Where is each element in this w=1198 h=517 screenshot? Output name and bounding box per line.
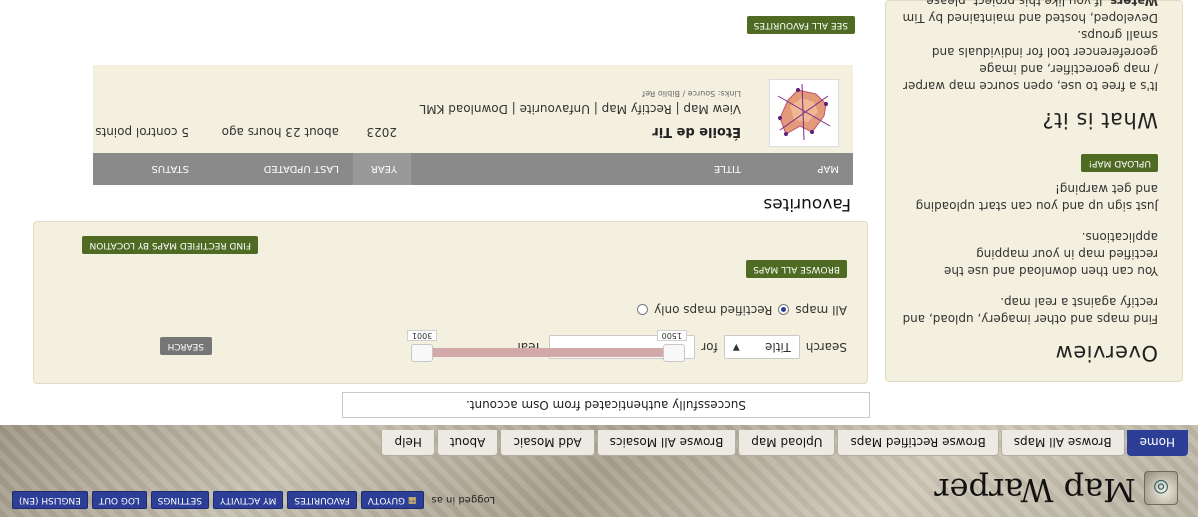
overview-text-1: Find maps and other imagery, upload, and… (902, 295, 1158, 326)
search-label: Search (805, 340, 847, 354)
chevron-down-icon: ▼ (732, 342, 740, 352)
map-thumbnail-image (777, 83, 831, 141)
table-row: Étoile de Tir View Map | Rectify Map | U… (93, 65, 853, 153)
col-map: MAP (755, 153, 853, 185)
tab-browse-rectified-maps[interactable]: Browse Rectified Maps (837, 430, 999, 456)
log-out-button[interactable]: LOG OUT (91, 491, 147, 509)
my-activity-button[interactable]: MY ACTIVITY (212, 491, 284, 509)
year-max-label: 3001 (407, 330, 438, 341)
language-button[interactable]: ENGLISH (EN) (12, 491, 88, 509)
col-status: STATUS (93, 153, 203, 185)
search-field-select[interactable]: Title ▼ (723, 335, 800, 359)
map-title-link[interactable]: Étoile de Tir (411, 124, 741, 139)
year-min-handle[interactable] (663, 344, 685, 362)
col-last-updated: LAST UPDATED (203, 153, 353, 185)
site-header: ◎ Map Warper Logged in as ▦GUYOTV FAVOUR… (0, 425, 1198, 517)
main-nav: Home Browse All Maps Browse Rectified Ma… (381, 430, 1188, 456)
year-cell: 2023 (353, 65, 411, 153)
map-filter-radios: All maps Rectified maps only (637, 303, 847, 317)
settings-button[interactable]: SETTINGS (150, 491, 209, 509)
overview-heading: Overview (1055, 341, 1158, 365)
year-range-slider[interactable]: 1500 3001 (407, 330, 687, 362)
title-cell: Étoile de Tir View Map | Rectify Map | U… (411, 65, 755, 153)
year-min-label: 1500 (656, 330, 687, 341)
radio-rectified-label: Rectified maps only (654, 303, 773, 317)
radio-rectified-only[interactable] (637, 304, 649, 316)
site-title[interactable]: Map Warper (934, 471, 1136, 509)
user-profile-button[interactable]: ▦GUYOTV (360, 491, 424, 509)
table-header-row: MAP TITLE YEAR LAST UPDATED STATUS (93, 153, 853, 185)
tab-browse-all-maps[interactable]: Browse All Maps (1000, 430, 1125, 456)
map-action-links[interactable]: View Map | Rectify Map | Unfavourite | D… (411, 102, 741, 116)
author-link[interactable]: Waters (1110, 0, 1158, 8)
what-text-2: Developed, hosted and maintained by Tim … (902, 0, 1158, 26)
see-all-favourites-button[interactable]: SEE ALL FAVOURITES (746, 16, 855, 34)
user-bar: Logged in as ▦GUYOTV FAVOURITES MY ACTIV… (12, 491, 495, 509)
overview-text-3: Just sign up and you can start uploading… (915, 182, 1158, 213)
year-max-handle[interactable] (411, 344, 433, 362)
map-icon: ▦ (408, 495, 417, 505)
find-by-location-button[interactable]: FIND RECTIFIED MAPS BY LOCATION (82, 236, 258, 254)
globe-icon[interactable]: ◎ (1144, 471, 1178, 505)
radio-all-label: All maps (795, 303, 847, 317)
what-is-it-heading: What is it? (1041, 108, 1158, 132)
tab-browse-all-mosaics[interactable]: Browse All Mosaics (596, 430, 737, 456)
tab-add-mosaic[interactable]: Add Mosaic (500, 430, 595, 456)
map-thumbnail-cell (755, 65, 853, 153)
tab-upload-map[interactable]: Upload Map (738, 430, 836, 456)
for-label: for (701, 340, 718, 354)
radio-all-maps[interactable] (778, 304, 790, 316)
col-title: TITLE (411, 153, 755, 185)
overview-text-2: You can then download and use the rectif… (944, 230, 1158, 278)
tab-home[interactable]: Home (1126, 430, 1188, 456)
logged-in-label: Logged in as (431, 494, 496, 506)
what-text-1: It's a free to use, open source map warp… (903, 28, 1158, 93)
search-panel: Search Title ▼ for Year 1500 3001 SEARCH… (33, 221, 868, 384)
flash-notice: Successfully authenticated from Osm acco… (342, 392, 870, 418)
favourites-table: MAP TITLE YEAR LAST UPDATED STATUS Étoil… (93, 65, 853, 185)
search-button[interactable]: SEARCH (159, 337, 212, 355)
col-year: YEAR (353, 153, 411, 185)
map-thumbnail[interactable] (769, 79, 839, 147)
last-updated-cell: about 23 hours ago (203, 65, 353, 153)
favourites-button[interactable]: FAVOURITES (287, 491, 357, 509)
tab-help[interactable]: Help (381, 430, 435, 456)
upload-map-button[interactable]: UPLOAD MAP! (1081, 154, 1158, 172)
status-cell: 5 control points (93, 65, 203, 153)
tab-about[interactable]: About (436, 430, 499, 456)
browse-all-maps-button[interactable]: BROWSE ALL MAPS (746, 260, 847, 278)
map-source-links[interactable]: Links: Source / Biblio Ref (411, 89, 741, 98)
sidebar: Overview Find maps and other imagery, up… (885, 0, 1183, 382)
page: ◎ Map Warper Logged in as ▦GUYOTV FAVOUR… (0, 0, 1198, 517)
favourites-heading: Favourites (763, 194, 851, 214)
